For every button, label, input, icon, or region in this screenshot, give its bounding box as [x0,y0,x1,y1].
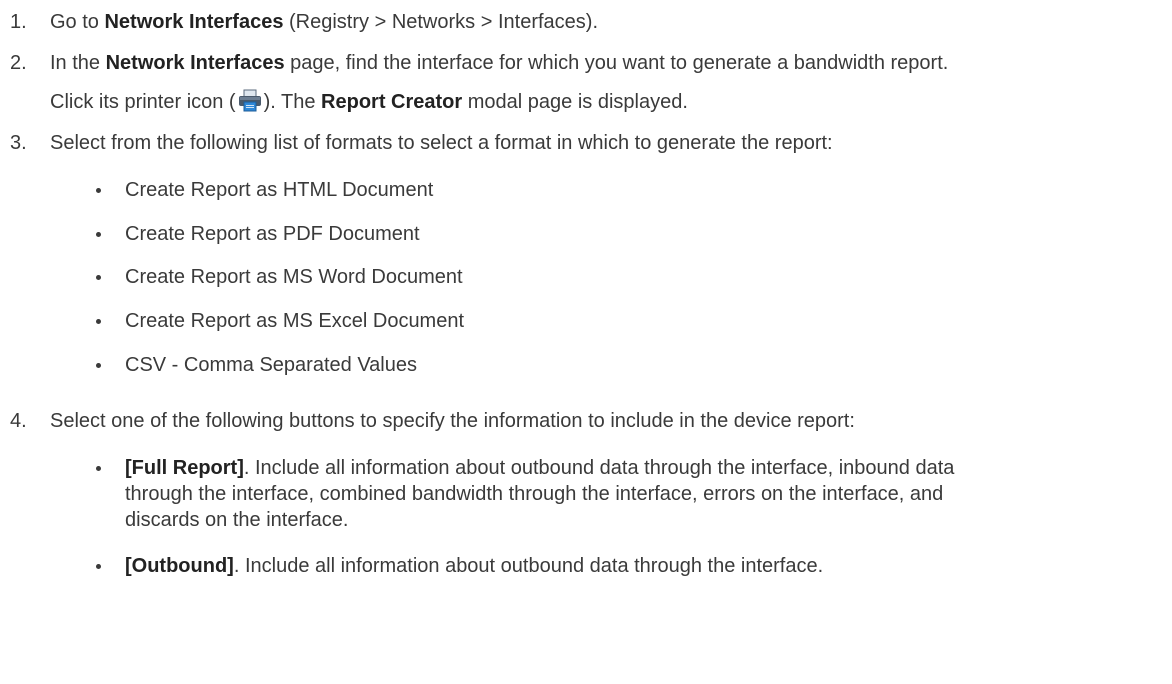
list-item-text: [Outbound]. Include all information abou… [125,554,823,578]
ui-term-full-report: [Full Report] [125,457,244,479]
bullet [96,363,101,368]
ui-term-network-interfaces: Network Interfaces [105,52,285,74]
step-text: Select from the following list of format… [50,132,833,154]
text-run: ). The [263,91,322,113]
list-item-text: Create Report as MS Excel Document [125,310,465,332]
step-text-line-1: In the Network Interfaces page, find the… [50,51,948,75]
text-run: . Include all information about outbound… [243,457,955,479]
list-item-text: [Full Report]. Include all information a… [125,456,954,480]
bullet [96,466,101,471]
list-item-text: CSV - Comma Separated Values [125,354,417,376]
list-item-text: Create Report as PDF Document [125,223,420,245]
text-run: modal page is displayed. [462,91,688,113]
list-item-text: through the interface, combined bandwidt… [125,483,944,505]
text-run: . Include all information about outbound… [233,555,824,577]
step-text: Select one of the following buttons to s… [50,410,855,432]
bullet [96,232,101,237]
step-text-line-2: Click its printer icon ( ). The Report C… [50,89,688,114]
bullet [96,275,101,280]
text-run: page, find the interface for which you w… [284,52,949,74]
bullet [96,319,101,324]
list-item-text: Create Report as HTML Document [125,179,434,201]
printer-icon [237,89,263,113]
text-run: (Registry > Networks > Interfaces). [283,11,598,33]
text-run: In the [50,52,106,74]
step-number: 3. [10,132,27,154]
list-item-text: discards on the interface. [125,509,349,531]
ui-term-report-creator: Report Creator [321,91,463,113]
step-text: Go to Network Interfaces (Registry > Net… [50,10,598,34]
bullet [96,188,101,193]
ui-term-outbound: [Outbound] [125,555,234,577]
step-number: 4. [10,410,27,432]
text-run: Go to [50,11,105,33]
list-item-text: Create Report as MS Word Document [125,266,463,288]
ui-term-network-interfaces: Network Interfaces [104,11,284,33]
text-run: Click its printer icon ( [50,91,236,113]
document-page: 1. Go to Network Interfaces (Registry > … [0,0,1172,684]
bullet [96,564,101,569]
step-number: 2. [10,52,27,74]
step-number: 1. [10,11,27,33]
